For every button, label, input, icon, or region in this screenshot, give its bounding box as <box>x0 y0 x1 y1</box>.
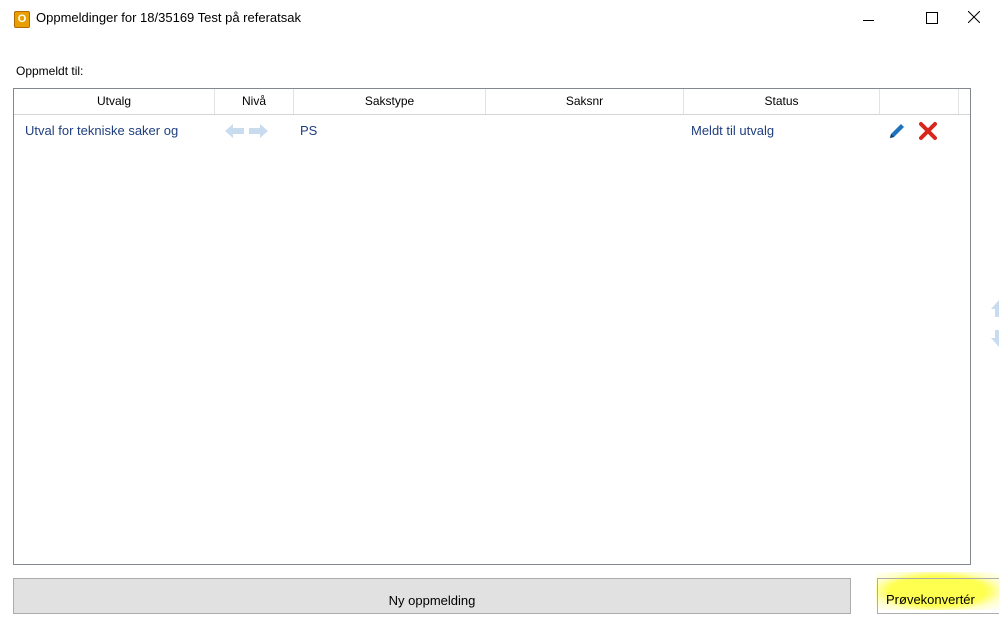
side-scroll-arrows-icon <box>991 300 999 347</box>
sakstype-cell: PS <box>300 123 318 138</box>
arrow-right-icon[interactable] <box>248 124 268 138</box>
registrations-grid[interactable]: Utvalg Nivå Sakstype Saksnr Status Utval… <box>13 88 971 565</box>
test-convert-button[interactable]: Prøvekonvertér <box>877 578 999 614</box>
status-cell: Meldt til utvalg <box>691 123 775 138</box>
column-header-actions <box>880 89 959 114</box>
column-header-saksnr[interactable]: Saksnr <box>486 89 684 114</box>
arrow-left-icon[interactable] <box>225 124 245 138</box>
minimize-button[interactable] <box>846 4 892 32</box>
column-header-utvalg[interactable]: Utvalg <box>14 89 215 114</box>
grid-header: Utvalg Nivå Sakstype Saksnr Status <box>14 89 970 115</box>
title-bar: O Oppmeldinger for 18/35169 Test på refe… <box>0 0 999 36</box>
delete-icon[interactable] <box>918 121 938 141</box>
section-label: Oppmeldt til: <box>16 64 84 78</box>
utvalg-cell: Utval for tekniske saker og <box>25 123 179 138</box>
column-header-niva[interactable]: Nivå <box>215 89 294 114</box>
close-button[interactable] <box>953 4 999 32</box>
maximize-button[interactable] <box>908 4 954 32</box>
table-row[interactable]: Utval for tekniske saker og PS Meldt til… <box>14 115 970 147</box>
edit-icon[interactable] <box>888 122 906 140</box>
test-convert-label: Prøvekonvertér <box>886 592 975 607</box>
new-registration-button[interactable]: Ny oppmelding <box>13 578 851 614</box>
window-title: Oppmeldinger for 18/35169 Test på refera… <box>36 10 301 25</box>
outlook-app-icon: O <box>14 11 30 28</box>
close-icon <box>968 11 980 23</box>
column-header-status[interactable]: Status <box>684 89 880 114</box>
column-header-sakstype[interactable]: Sakstype <box>294 89 486 114</box>
niva-cell <box>225 115 285 147</box>
